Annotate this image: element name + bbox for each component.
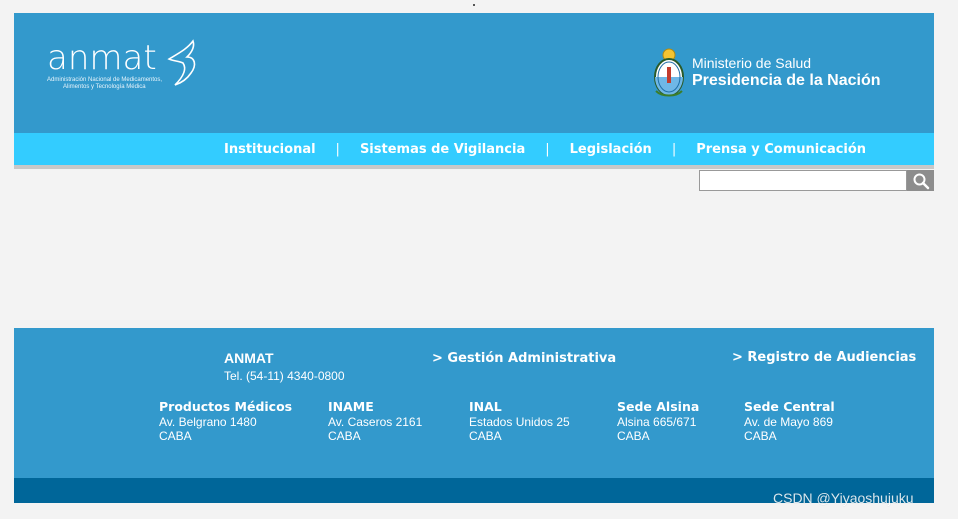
coat-of-arms-icon: [654, 48, 684, 97]
office-city: CABA: [159, 429, 192, 443]
ministry-text: Ministerio de Salud Presidencia de la Na…: [692, 55, 881, 90]
main-nav: Institucional | Sistemas de Vigilancia |…: [14, 133, 934, 165]
office-name: INAL: [469, 399, 502, 414]
office-city: CABA: [617, 429, 650, 443]
footer-phone: Tel. (54-11) 4340-0800: [224, 369, 345, 383]
logo-subtitle-line1: Administración Nacional de Medicamentos,: [47, 77, 163, 83]
office-address: Alsina 665/671: [617, 414, 697, 429]
nav-separator: |: [545, 141, 550, 157]
registro-de-audiencias-link[interactable]: > Registro de Audiencias: [732, 350, 916, 365]
search-icon: [913, 173, 929, 189]
search-input[interactable]: [699, 170, 907, 191]
office-sede-central: Sede Central Av. de Mayo 869 CABA: [744, 399, 835, 444]
logo-word: anmat: [47, 38, 157, 78]
logo-subtitle: Administración Nacional de Medicamentos,…: [47, 77, 177, 91]
office-address: Av. Belgrano 1480: [159, 414, 257, 429]
office-address: Av. de Mayo 869: [744, 414, 833, 429]
nav-separator: |: [671, 141, 677, 157]
office-productos-medicos: Productos Médicos Av. Belgrano 1480 CABA: [159, 399, 293, 444]
nav-item-prensa-y-comunicacion[interactable]: Prensa y Comunicación: [696, 142, 866, 157]
search-button[interactable]: [907, 170, 934, 191]
nav-item-institucional[interactable]: Institucional: [224, 142, 316, 157]
logo-subtitle-line2: Alimentos y Tecnología Médica: [63, 84, 146, 90]
office-name: Productos Médicos: [159, 399, 293, 414]
footer-title: ANMAT: [224, 350, 274, 366]
ministry-name: Ministerio de Salud: [692, 55, 812, 71]
nav-bottom-border: [14, 165, 934, 169]
watermark: CSDN @Yiyaoshujuku: [773, 490, 914, 506]
office-city: CABA: [469, 429, 502, 443]
office-iname: INAME Av. Caseros 2161 CABA: [328, 399, 423, 444]
office-inal: INAL Estados Unidos 25 CABA: [469, 399, 570, 444]
nav-items: Institucional | Sistemas de Vigilancia |…: [224, 133, 866, 165]
office-address: Av. Caseros 2161: [328, 414, 423, 429]
office-name: Sede Central: [744, 399, 835, 414]
top-dot: [473, 4, 475, 6]
anmat-logo[interactable]: anmat Administración Nacional de Medicam…: [47, 38, 196, 91]
office-name: INAME: [328, 399, 374, 414]
nav-item-legislacion[interactable]: Legislación: [570, 142, 652, 157]
gestion-administrativa-link[interactable]: > Gestión Administrativa: [432, 351, 616, 366]
nav-item-sistemas-de-vigilancia[interactable]: Sistemas de Vigilancia: [360, 142, 525, 157]
office-address: Estados Unidos 25: [469, 414, 570, 429]
site-header: anmat Administración Nacional de Medicam…: [14, 13, 934, 133]
office-city: CABA: [328, 429, 361, 443]
office-city: CABA: [744, 429, 777, 443]
nav-separator: |: [335, 141, 340, 157]
office-sede-alsina: Sede Alsina Alsina 665/671 CABA: [617, 399, 700, 444]
dove-icon: [167, 39, 196, 86]
site-footer: ANMAT Tel. (54-11) 4340-0800 > Gestión A…: [14, 328, 934, 478]
presidency-name: Presidencia de la Nación: [692, 72, 881, 89]
office-name: Sede Alsina: [617, 399, 700, 414]
